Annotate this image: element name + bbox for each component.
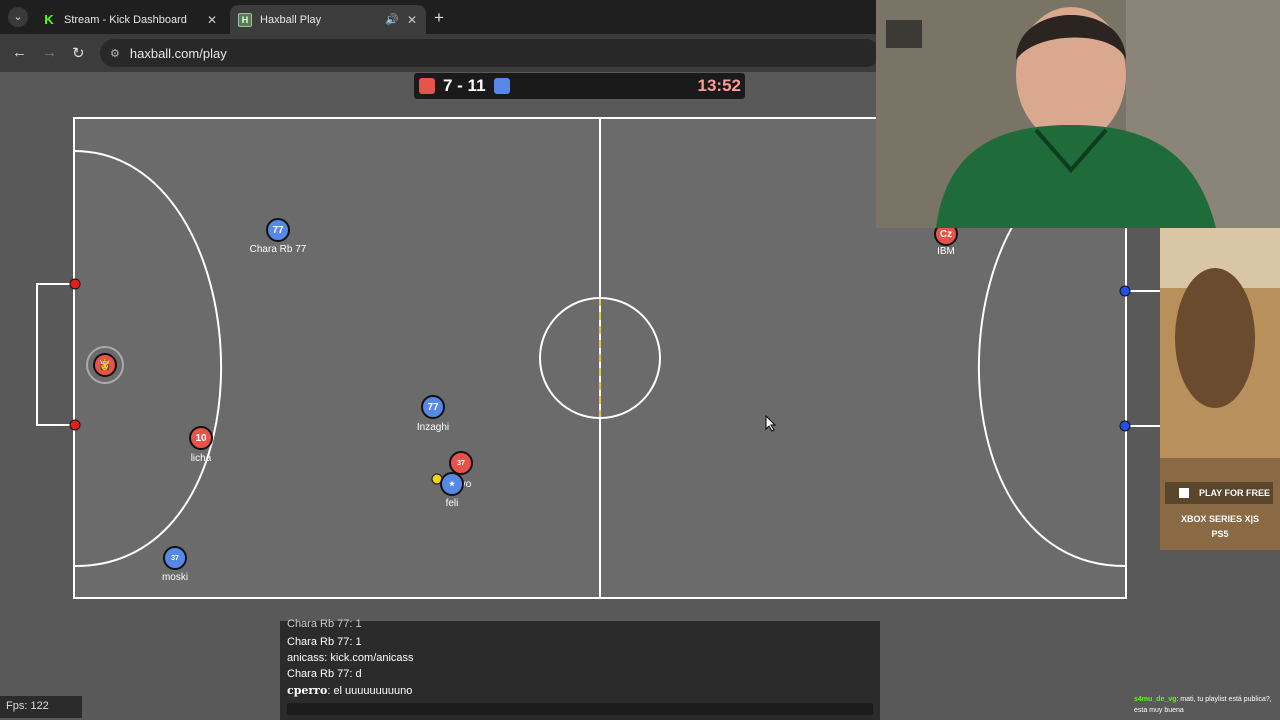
player-name: Inzaghi [416, 422, 450, 433]
windows-icon [1179, 488, 1189, 498]
chat-message: Chara Rb 77: 1 [287, 618, 362, 630]
webcam-overlay [876, 0, 1280, 228]
score: 7 - 11 [443, 76, 486, 95]
tab-search-button[interactable]: ⌄ [8, 7, 28, 27]
chat-username: cperro [287, 684, 328, 697]
close-tab-icon[interactable]: ✕ [404, 13, 420, 27]
player-disc: ★ [440, 472, 464, 496]
stream-chat-message: s4mu_de_vg: mati, tu playlist está publi… [1134, 694, 1280, 716]
chat-message: Chara Rb 77: 1 [287, 636, 362, 648]
address-bar[interactable]: ⚙ haxball.com/play [100, 39, 880, 67]
tab-title: Haxball Play [260, 13, 322, 26]
player-disc: 37 [163, 546, 187, 570]
player-disc: 👸 [93, 353, 117, 377]
close-tab-icon[interactable]: ✕ [204, 13, 220, 27]
chat-text: : el uuuuuuuuuno [327, 685, 413, 697]
game-chat: Chara Rb 77: 1 Chara Rb 77: 1 anicass: k… [280, 618, 880, 720]
chat-message: cperro: el uuuuuuuuuno [287, 684, 412, 697]
player-name: feli [445, 498, 459, 509]
fps-counter: Fps: 122 [0, 696, 82, 718]
new-tab-button[interactable]: + [434, 8, 444, 28]
forward-arrow-icon[interactable]: → [42, 44, 57, 61]
tab-kick-dashboard[interactable]: K Stream - Kick Dashboard ✕ [34, 5, 226, 34]
player-disc: 10 [189, 426, 213, 450]
site-info-icon[interactable]: ⚙ [110, 47, 120, 60]
player-name: licha [190, 453, 212, 464]
kick-icon: K [42, 12, 56, 27]
blue-team-indicator [494, 78, 510, 94]
scoreboard: 7 - 11 13:52 [414, 73, 745, 99]
game-advertisement[interactable]: PLAY FOR FREE XBOX SERIES X|S PS5 [1160, 228, 1280, 550]
player-disc: 77 [421, 395, 445, 419]
match-timer: 13:52 [697, 76, 741, 95]
player-name: IBM [937, 246, 955, 257]
xbox-label: XBOX SERIES X|S [1180, 514, 1260, 524]
chat-input[interactable] [287, 703, 873, 715]
stream-chat-username: s4mu_de_vg [1134, 696, 1177, 703]
speaker-icon[interactable]: 🔊 [384, 13, 400, 26]
tab-haxball-play[interactable]: H Haxball Play 🔊 ✕ [230, 5, 426, 34]
player-name: Chara Rb 77 [249, 244, 307, 255]
haxball-icon: H [238, 12, 252, 27]
player-name: moski [161, 572, 189, 583]
reload-icon[interactable]: ↻ [72, 44, 85, 62]
chat-message: Chara Rb 77: d [287, 668, 362, 680]
play-for-free-label: PLAY FOR FREE [1199, 488, 1271, 498]
red-team-indicator [419, 78, 435, 94]
chat-message: anicass: kick.com/anicass [287, 652, 414, 664]
tab-title: Stream - Kick Dashboard [64, 13, 187, 26]
ps5-label: PS5 [1211, 529, 1229, 539]
play-for-free-button[interactable]: PLAY FOR FREE [1165, 482, 1273, 504]
player-disc: 77 [266, 218, 290, 242]
back-arrow-icon[interactable]: ← [12, 44, 27, 61]
url-text: haxball.com/play [129, 45, 227, 61]
